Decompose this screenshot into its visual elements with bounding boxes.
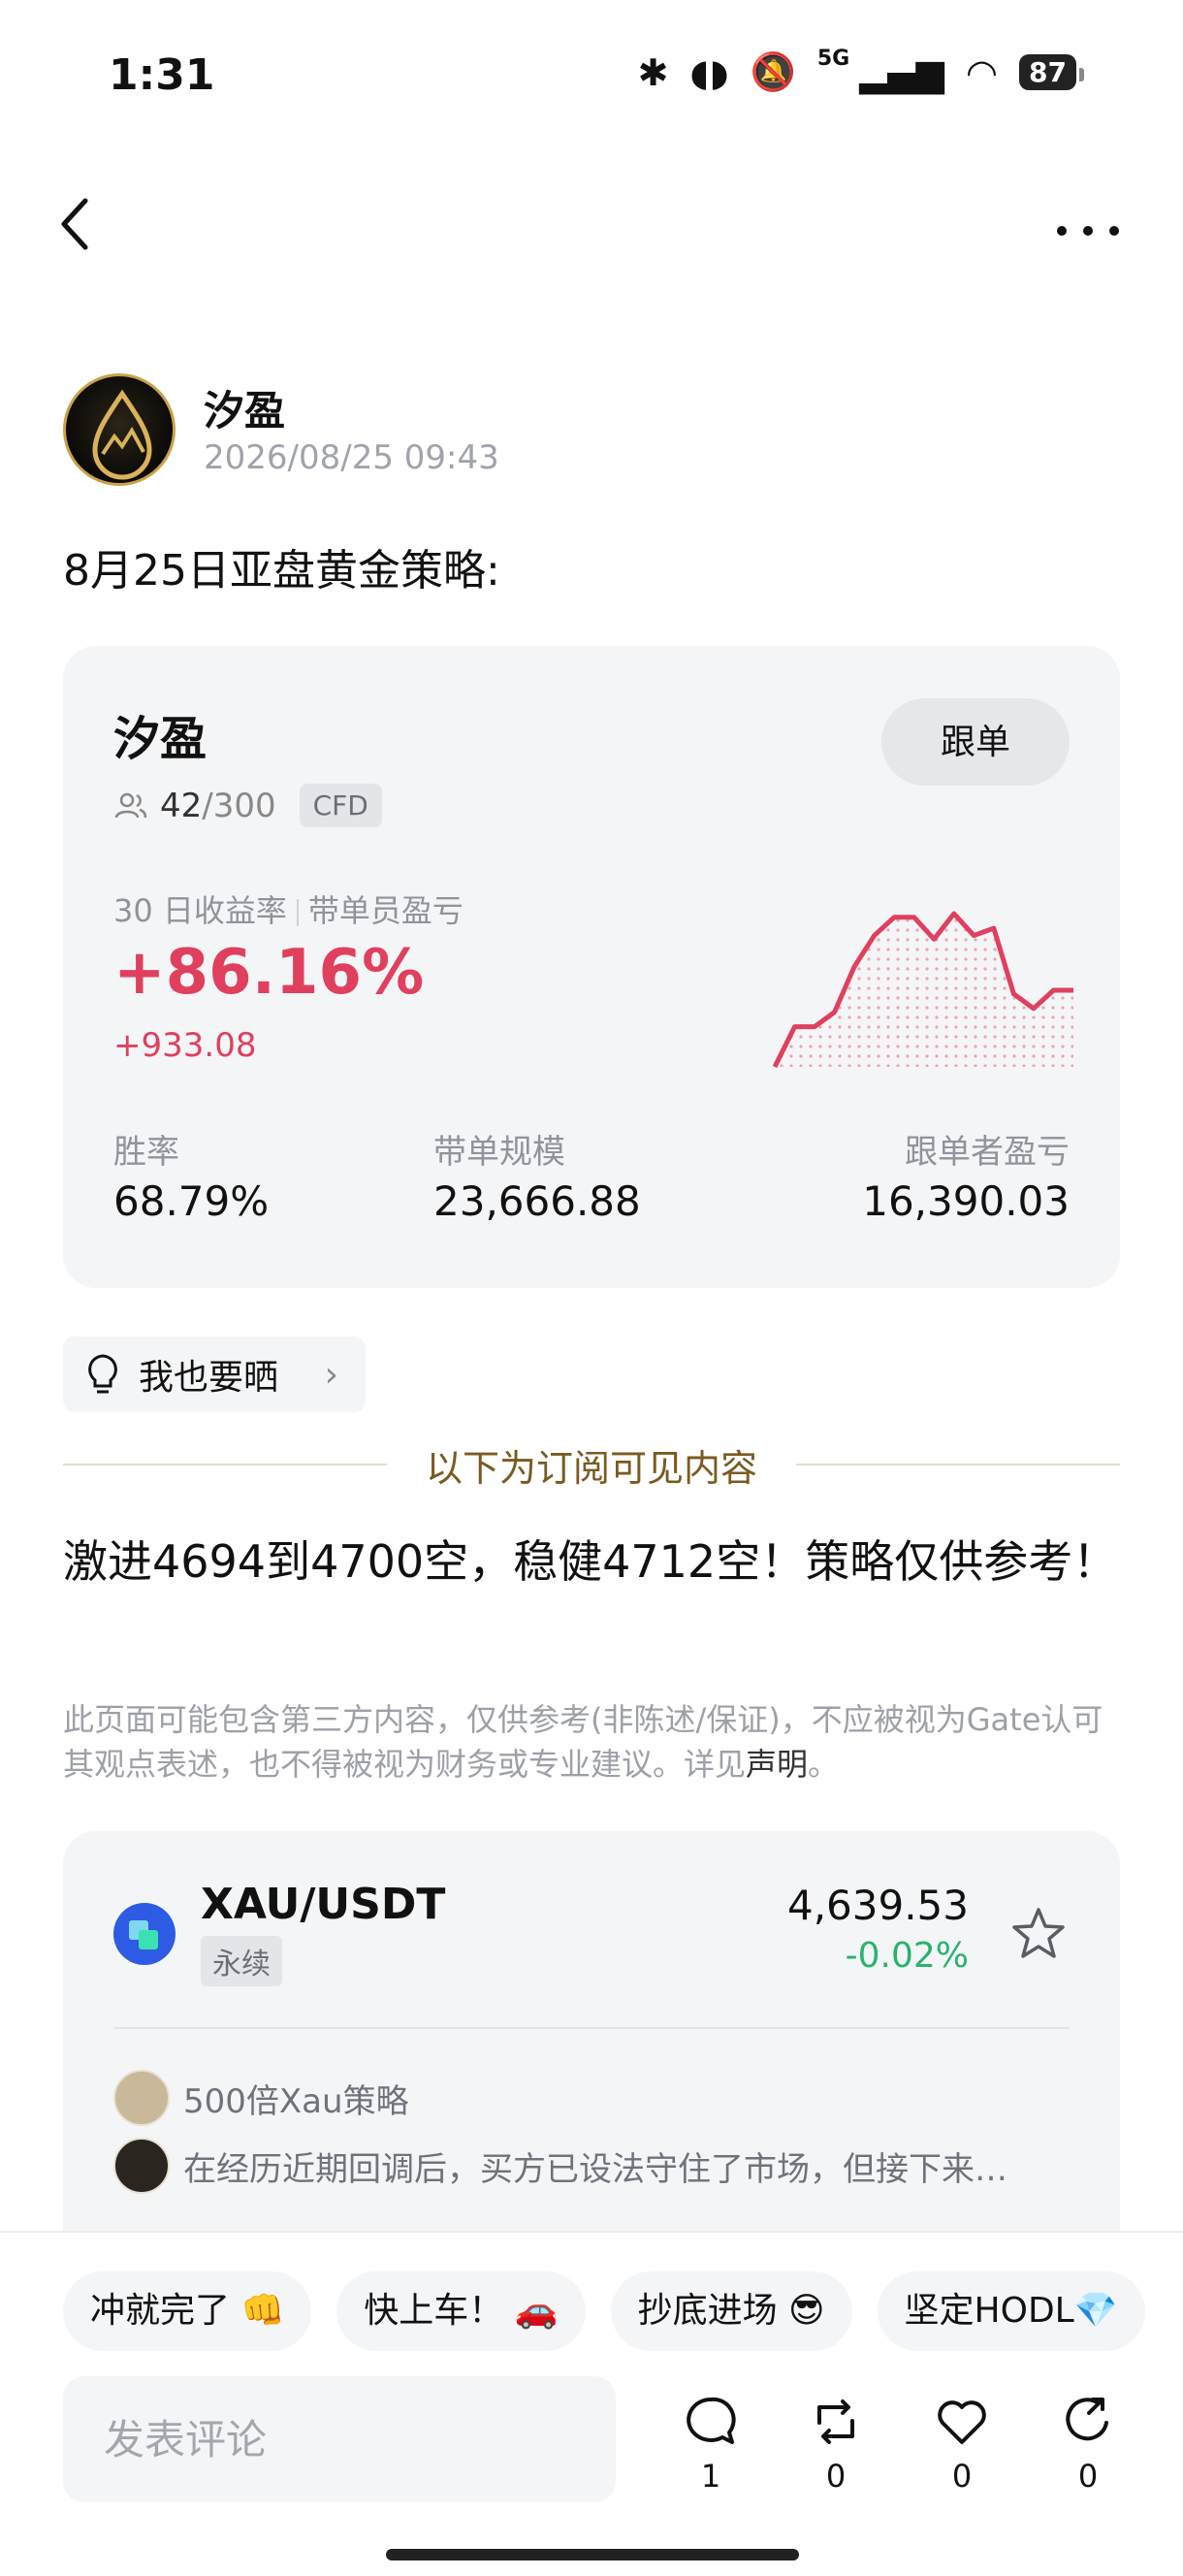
show-off-label: 我也要晒 xyxy=(139,1358,279,1398)
bottom-bar: 冲就完了 👊 快上车！ 🚗 抄底进场 😎 坚定HODL💎 1 0 0 0 xyxy=(0,2231,1183,2576)
follower-capacity: /300 xyxy=(202,786,276,825)
pair-name: XAU/USDT xyxy=(201,1880,446,1929)
disclaimer-link[interactable]: 声明 xyxy=(746,1746,808,1783)
sparkline-area xyxy=(775,914,1073,1067)
status-bar: 1:31 ✱ ◖◗ 🔕 5G ▂▄▆ ◠ 87 xyxy=(0,0,1183,145)
divider-line xyxy=(63,1464,387,1465)
pnl-label: 带单员盈亏 xyxy=(307,892,464,929)
roi-label: 30 日收益率 xyxy=(113,892,287,929)
repost-icon xyxy=(817,2399,854,2444)
chevron-left-icon xyxy=(61,198,88,250)
avatar xyxy=(113,2138,170,2194)
related-post-text: 在经历近期回调后，买方已设法守住了市场，但接下来… xyxy=(183,2149,1007,2189)
signal-icon: ▂▄▆ xyxy=(859,50,944,94)
win-rate-value: 68.79% xyxy=(113,1177,270,1225)
like-button[interactable]: 0 xyxy=(923,2394,1001,2495)
favorite-button[interactable] xyxy=(1007,1905,1070,1967)
copy-trade-button[interactable]: 跟单 xyxy=(881,698,1070,786)
subscription-divider: 以下为订阅可见内容 xyxy=(63,1435,1121,1494)
trader-name: 汐盈 xyxy=(113,712,208,766)
follower-pnl-value: 16,390.03 xyxy=(862,1177,1070,1225)
scale-label: 带单规模 xyxy=(433,1133,565,1172)
mute-icon: 🔕 xyxy=(750,50,796,93)
follower-count: 42 /300 CFD xyxy=(113,784,382,827)
disclaimer-end: 。 xyxy=(808,1746,840,1783)
follower-pnl-label: 跟单者盈亏 xyxy=(905,1133,1070,1172)
comment-icon xyxy=(687,2397,736,2444)
pnl-value: +933.08 xyxy=(113,1026,257,1065)
post-body: 激进4694到4700空，稳健4712空！策略仅供参考！ xyxy=(63,1535,1118,1588)
roi-label-row: 30 日收益率 带单员盈亏 xyxy=(113,886,464,931)
heart-icon xyxy=(938,2400,986,2444)
more-button[interactable] xyxy=(1049,204,1127,262)
people-icon xyxy=(114,792,147,818)
logo-icon xyxy=(92,389,152,480)
battery-indicator: 87 xyxy=(1019,54,1084,90)
star-icon xyxy=(1012,1908,1065,1958)
home-indicator xyxy=(386,2549,799,2560)
comment-button[interactable]: 1 xyxy=(672,2394,750,2495)
author-name[interactable]: 汐盈 xyxy=(204,378,285,437)
share-icon xyxy=(1066,2398,1108,2441)
roi-value: +86.16% xyxy=(113,937,425,1009)
wifi-icon: ◠ xyxy=(965,50,999,94)
xau-coin-icon xyxy=(113,1903,176,1965)
trader-card[interactable]: 汐盈 跟单 42 /300 CFD 30 日收益率 带单员盈亏 +86.16% +… xyxy=(63,646,1120,1288)
subscription-divider-text: 以下为订阅可见内容 xyxy=(426,1446,758,1490)
quick-reply-chip[interactable]: 快上车！ 🚗 xyxy=(336,2271,586,2351)
show-off-button[interactable]: 我也要晒 › xyxy=(63,1336,366,1412)
status-icons: ✱ ◖◗ 🔕 5G ▂▄▆ ◠ 87 xyxy=(637,47,1084,94)
scale-value: 23,666.88 xyxy=(433,1177,641,1225)
related-post-snippet[interactable]: 在经历近期回调后，买方已设法守住了市场，但接下来… xyxy=(113,2138,1007,2194)
market-card[interactable]: XAU/USDT 永续 4,639.53 -0.02% 500倍Xau策略 在经… xyxy=(63,1831,1120,2238)
disclaimer-text: 此页面可能包含第三方内容，仅供参考(非陈述/保证)，不应被视为Gate认可其观点… xyxy=(63,1701,1103,1783)
market-divider xyxy=(113,2027,1070,2029)
share-count: 0 xyxy=(1077,2458,1099,2495)
post-time: 2026/08/25 09:43 xyxy=(204,438,499,477)
win-rate-label: 胜率 xyxy=(113,1133,179,1172)
perpetual-tag: 永续 xyxy=(201,1936,282,1986)
lightbulb-icon xyxy=(88,1354,117,1394)
pair-price: 4,639.53 xyxy=(786,1882,969,1929)
repost-count: 0 xyxy=(825,2458,847,2495)
chevron-right-icon: › xyxy=(324,1354,338,1395)
roi-sparkline xyxy=(772,911,1073,1069)
bluetooth-icon: ✱ xyxy=(637,50,669,94)
label-separator xyxy=(296,899,299,926)
disclaimer: 此页面可能包含第三方内容，仅供参考(非陈述/保证)，不应被视为Gate认可其观点… xyxy=(63,1697,1120,1787)
author-avatar[interactable] xyxy=(63,373,176,486)
quick-reply-chips: 冲就完了 👊 快上车！ 🚗 抄底进场 😎 坚定HODL💎 xyxy=(63,2271,1145,2351)
avatar xyxy=(113,2070,170,2126)
divider-line xyxy=(796,1464,1121,1465)
quick-reply-chip[interactable]: 坚定HODL💎 xyxy=(877,2271,1145,2351)
network-type: 5G xyxy=(816,47,850,71)
quick-reply-chip[interactable]: 抄底进场 😎 xyxy=(610,2271,852,2351)
earbuds-icon: ◖◗ xyxy=(689,50,729,94)
cfd-tag: CFD xyxy=(299,784,382,827)
quick-reply-chip[interactable]: 冲就完了 👊 xyxy=(63,2271,312,2351)
like-count: 0 xyxy=(951,2458,973,2495)
share-button[interactable]: 0 xyxy=(1049,2394,1127,2495)
back-button[interactable] xyxy=(56,194,114,272)
post-title: 8月25日亚盘黄金策略: xyxy=(63,546,500,596)
comment-input[interactable] xyxy=(63,2376,616,2502)
comment-count: 1 xyxy=(700,2458,721,2495)
pair-change: -0.02% xyxy=(845,1936,969,1976)
repost-button[interactable]: 0 xyxy=(797,2394,875,2495)
related-author-name: 500倍Xau策略 xyxy=(183,2081,409,2121)
follower-current: 42 xyxy=(160,786,203,825)
related-post-author[interactable]: 500倍Xau策略 xyxy=(113,2070,409,2126)
status-time: 1:31 xyxy=(109,50,215,100)
more-dots-icon xyxy=(1057,226,1119,236)
